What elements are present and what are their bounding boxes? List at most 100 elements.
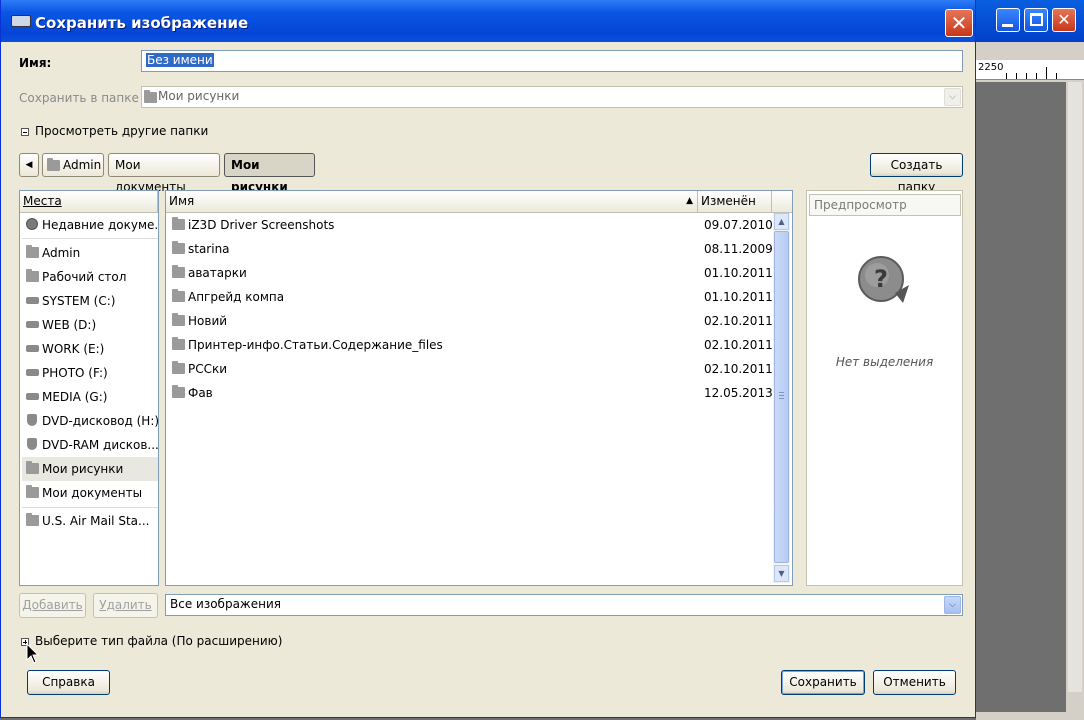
- place-drive-e[interactable]: WORK (E:): [22, 337, 158, 361]
- path-button-my-documents[interactable]: Мои документы: [108, 153, 220, 194]
- file-date: 09.07.2010: [704, 218, 773, 232]
- folder-icon: [172, 361, 185, 374]
- dialog-titlebar[interactable]: Сохранить изображение ✕: [1, 0, 975, 42]
- place-drive-f[interactable]: PHOTO (F:): [22, 361, 158, 385]
- close-icon[interactable]: ✕: [1052, 8, 1076, 32]
- ruler-label: 2250: [978, 62, 1004, 73]
- path-button-my-pictures[interactable]: Мои рисунки: [224, 153, 315, 194]
- preview-panel: Предпросмотр ? Нет выделения: [806, 190, 963, 586]
- filetype-expander[interactable]: Выберите тип файла (По расширению): [21, 634, 282, 648]
- column-header-modified[interactable]: Изменён: [698, 191, 772, 213]
- place-admin[interactable]: Admin: [22, 241, 158, 265]
- save-image-dialog: Сохранить изображение ✕ Имя: Без имени С…: [0, 0, 976, 718]
- file-row[interactable]: Фав 12.05.2013: [168, 381, 773, 405]
- drive-icon: [26, 393, 39, 400]
- place-recent[interactable]: Недавние докуме...: [22, 213, 158, 237]
- dvd-icon: [27, 414, 37, 426]
- place-label: Рабочий стол: [42, 270, 127, 284]
- file-filter-value: Все изображения: [170, 597, 281, 611]
- vertical-scrollbar[interactable]: [1068, 82, 1082, 692]
- chevron-down-icon[interactable]: ⌵: [944, 88, 961, 106]
- app-icon: [11, 15, 31, 27]
- file-row[interactable]: аватарки 01.10.2011: [168, 261, 773, 285]
- place-my-documents[interactable]: Мои документы: [22, 481, 158, 505]
- filename-value: Без имени: [146, 53, 214, 67]
- help-button[interactable]: Справка: [27, 670, 110, 695]
- save-button[interactable]: Сохранить: [781, 670, 865, 695]
- files-panel: Имя ▲ Изменён iZ3D Driver Screenshots 09.…: [165, 190, 793, 586]
- places-header[interactable]: Места: [20, 191, 158, 213]
- create-folder-label: Создать папку: [890, 158, 943, 194]
- column-header-name[interactable]: Имя ▲: [166, 191, 698, 213]
- file-date: 12.05.2013: [704, 386, 773, 400]
- chevron-down-icon[interactable]: ⌵: [944, 596, 961, 614]
- chevron-up-icon[interactable]: ▲: [774, 213, 789, 230]
- place-label: Мои документы: [42, 486, 143, 500]
- place-label: DVD-RAM дисков...: [42, 438, 158, 452]
- drive-icon: [26, 321, 39, 328]
- path-admin-label: Admin: [63, 158, 102, 172]
- save-in-folder-label: Сохранить в папке: [19, 91, 139, 105]
- place-bookmark[interactable]: U.S. Air Mail Sta...: [22, 509, 158, 533]
- column-name-label: Имя: [169, 194, 195, 208]
- browse-folders-label: Просмотреть другие папки: [35, 124, 209, 138]
- sort-ascending-icon: ▲: [686, 196, 693, 206]
- minimize-icon[interactable]: [996, 8, 1020, 32]
- files-scrollbar[interactable]: ▲ ▼: [773, 213, 790, 583]
- folder-icon: [26, 269, 39, 282]
- file-row[interactable]: Новий 02.10.2011: [168, 309, 773, 333]
- collapse-icon: [21, 127, 29, 136]
- create-folder-button[interactable]: Создать папку: [870, 153, 963, 194]
- file-row[interactable]: iZ3D Driver Screenshots 09.07.2010: [168, 213, 773, 237]
- file-name: Принтер-инфо.Статьи.Содержание_files: [188, 338, 443, 352]
- save-in-folder-select[interactable]: Мои рисунки ⌵: [141, 86, 963, 108]
- place-drive-c[interactable]: SYSTEM (C:): [22, 289, 158, 313]
- folder-icon: [26, 461, 39, 474]
- file-name: Апгрейд компа: [188, 290, 285, 304]
- drive-icon: [26, 369, 39, 376]
- file-date: 01.10.2011: [704, 266, 773, 280]
- place-desktop[interactable]: Рабочий стол: [22, 265, 158, 289]
- folder-icon: [26, 245, 39, 258]
- file-date: 08.11.2009: [704, 242, 773, 256]
- add-bookmark-button[interactable]: Добавить: [19, 593, 86, 618]
- filename-input[interactable]: Без имени: [141, 50, 963, 72]
- file-date: 02.10.2011: [704, 314, 773, 328]
- file-row[interactable]: Принтер-инфо.Статьи.Содержание_files 02.1…: [168, 333, 773, 357]
- add-bookmark-label: Добавить: [22, 598, 83, 612]
- place-drive-d[interactable]: WEB (D:): [22, 313, 158, 337]
- dialog-title: Сохранить изображение: [35, 14, 249, 32]
- folder-icon: [144, 90, 157, 103]
- place-label: U.S. Air Mail Sta...: [42, 514, 150, 528]
- place-my-pictures[interactable]: Мои рисунки: [22, 457, 158, 481]
- place-label: Недавние докуме...: [42, 218, 158, 232]
- save-in-folder-value: Мои рисунки: [158, 89, 240, 103]
- folder-icon: [172, 337, 185, 350]
- file-filter-select[interactable]: Все изображения ⌵: [165, 594, 963, 616]
- browse-folders-expander[interactable]: Просмотреть другие папки: [21, 124, 208, 138]
- chevron-down-icon[interactable]: ▼: [774, 565, 789, 582]
- place-drive-g[interactable]: MEDIA (G:): [22, 385, 158, 409]
- mouse-cursor-icon: [26, 643, 40, 664]
- scrollbar-thumb[interactable]: [774, 231, 789, 563]
- folder-icon: [26, 485, 39, 498]
- image-canvas: [976, 82, 1066, 712]
- file-row[interactable]: Апгрейд компа 01.10.2011: [168, 285, 773, 309]
- background-titlebar: ✕: [976, 0, 1084, 42]
- cancel-button[interactable]: Отменить: [873, 670, 956, 695]
- folder-icon: [172, 313, 185, 326]
- remove-bookmark-button[interactable]: Удалить: [93, 593, 158, 618]
- folder-icon: [47, 158, 60, 171]
- place-dvd-h[interactable]: DVD-дисковод (H:): [22, 409, 158, 433]
- save-label: Сохранить: [789, 675, 857, 689]
- no-selection-text: Нет выделения: [835, 355, 934, 369]
- close-icon[interactable]: ✕: [945, 9, 973, 37]
- file-row[interactable]: starina 08.11.2009: [168, 237, 773, 261]
- maximize-icon[interactable]: [1024, 8, 1048, 32]
- path-back-button[interactable]: ◀: [19, 153, 39, 177]
- file-row[interactable]: РССки 02.10.2011: [168, 357, 773, 381]
- place-label: PHOTO (F:): [42, 366, 108, 380]
- path-button-admin[interactable]: Admin: [42, 153, 104, 177]
- arrow-left-icon: ◀: [25, 160, 33, 170]
- place-dvd-ram[interactable]: DVD-RAM дисков...: [22, 433, 158, 457]
